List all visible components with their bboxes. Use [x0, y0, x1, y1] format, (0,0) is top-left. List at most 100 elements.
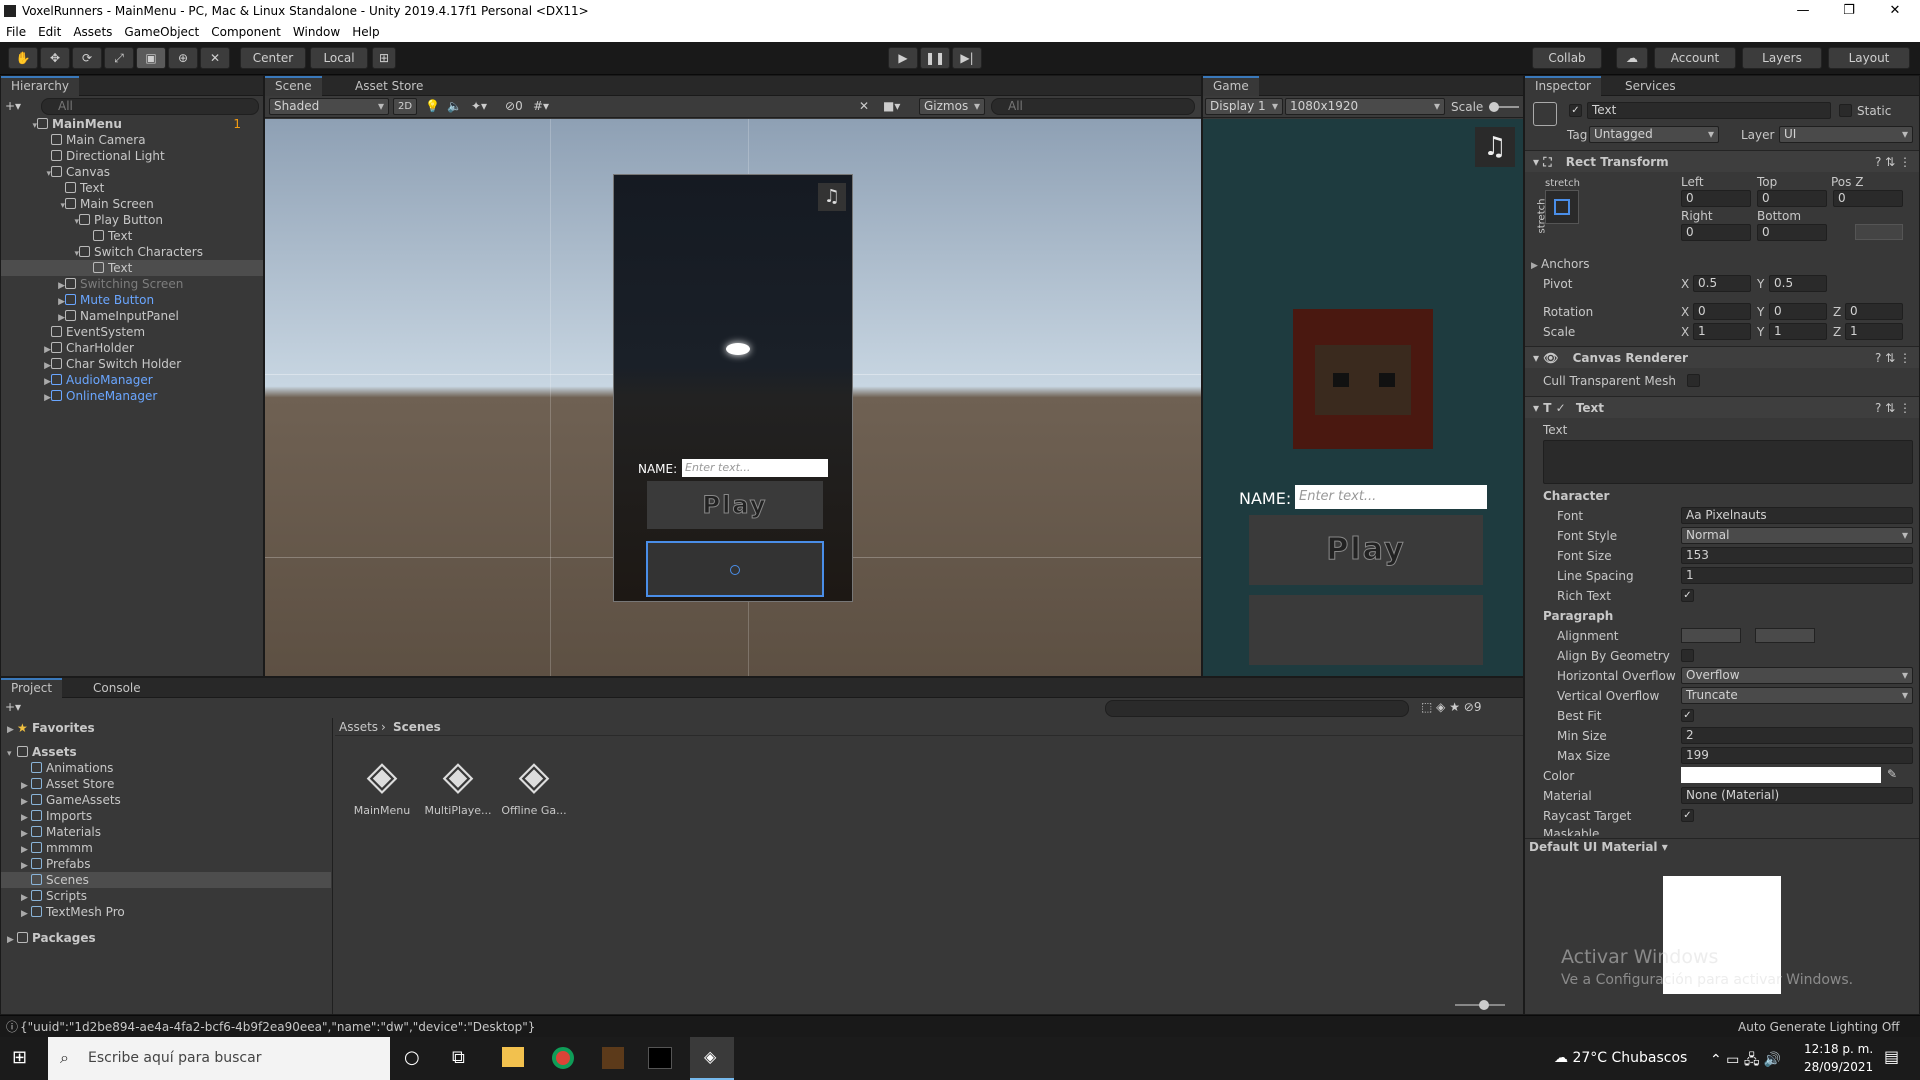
folder-item[interactable]: ▶ mmmm	[1, 840, 331, 856]
hand-tool-icon[interactable]: ✋	[8, 47, 38, 69]
hierarchy-item[interactable]: Directional Light	[1, 148, 263, 164]
rotation-x-field[interactable]: 0	[1693, 303, 1751, 320]
hierarchy-item[interactable]: ▾ Switch Characters	[1, 244, 263, 260]
pivot-local-toggle[interactable]: Local	[310, 47, 368, 69]
system-tray-icons[interactable]: ⌃ ▭ 🖧 🔊	[1710, 1049, 1781, 1073]
create-asset-icon[interactable]: +▾	[5, 700, 21, 714]
hierarchy-item[interactable]: ▶ NameInputPanel	[1, 308, 263, 324]
maximize-button[interactable]: ❐	[1826, 0, 1872, 22]
tab-scene[interactable]: Scene	[265, 76, 322, 96]
horizontal-overflow-dropdown[interactable]: Overflow	[1681, 667, 1913, 684]
custom-tool-icon[interactable]: ✕	[200, 47, 230, 69]
hierarchy-item[interactable]: Text	[1, 180, 263, 196]
scene-viewport[interactable]: ♫ NAME: Enter text... Play	[265, 119, 1201, 676]
collab-dropdown[interactable]: Collab	[1532, 47, 1602, 69]
menu-window[interactable]: Window	[293, 25, 340, 39]
effects-icon[interactable]: ✦▾	[471, 99, 487, 113]
cloud-icon[interactable]: ☁	[1616, 47, 1648, 69]
camera-icon[interactable]: ■▾	[883, 99, 900, 113]
close-button[interactable]: ✕	[1872, 0, 1918, 22]
scene-asset[interactable]: ◈ Offline Ga...	[499, 750, 569, 817]
lighting-status[interactable]: Auto Generate Lighting Off	[1738, 1019, 1900, 1035]
project-search-input[interactable]	[1105, 700, 1409, 717]
tab-hierarchy[interactable]: Hierarchy	[1, 76, 80, 96]
tab-services[interactable]: Services	[1615, 76, 1686, 96]
status-message[interactable]: {"uuid":"1d2be894-ae4a-4fa2-bcf6-4b9f2ea…	[20, 1019, 535, 1035]
clock-date[interactable]: 28/09/2021	[1804, 1060, 1873, 1074]
scale-z-field[interactable]: 1	[1845, 323, 1903, 340]
line-spacing-field[interactable]: 1	[1681, 567, 1913, 584]
pivot-y-field[interactable]: 0.5	[1769, 275, 1827, 292]
rect-transform-header[interactable]: ▾ ⛶ Rect Transform? ⇅ ⋮	[1525, 150, 1919, 172]
breadcrumb-assets[interactable]: Assets	[339, 719, 378, 735]
hierarchy-item[interactable]: ▶ OnlineManager	[1, 388, 263, 404]
folder-item[interactable]: ▶ TextMesh Pro	[1, 904, 331, 920]
hierarchy-item[interactable]: ▶ Switching Screen	[1, 276, 263, 292]
min-size-field[interactable]: 2	[1681, 727, 1913, 744]
hierarchy-item[interactable]: ▾ Canvas	[1, 164, 263, 180]
font-style-dropdown[interactable]: Normal	[1681, 527, 1913, 544]
hierarchy-item[interactable]: ▶ CharHolder	[1, 340, 263, 356]
menu-component[interactable]: Component	[211, 25, 281, 39]
hierarchy-search-input[interactable]: All	[41, 98, 259, 115]
windows-start-icon[interactable]: ⊞	[12, 1047, 34, 1069]
weather-widget[interactable]: ☁ 27°C Chubascos	[1554, 1050, 1687, 1066]
align-geometry-checkbox[interactable]	[1681, 649, 1694, 662]
scene-search-input[interactable]: All	[991, 98, 1195, 115]
anchor-preset-button[interactable]	[1545, 190, 1579, 224]
assets-folder[interactable]: ▾ Assets	[1, 744, 332, 760]
tab-project[interactable]: Project	[1, 678, 63, 698]
clock-time[interactable]: 12:18 p. m.	[1804, 1042, 1873, 1056]
grid-snap-icon[interactable]: ⊞	[372, 47, 396, 69]
audio-icon[interactable]: 🔈	[447, 99, 462, 113]
filter-icons[interactable]: ⬚ ◈ ★ ⊘9	[1421, 700, 1481, 714]
anchors-foldout[interactable]: ▶ Anchors	[1531, 256, 1590, 272]
default-ui-material-dropdown[interactable]: Default UI Material ▾	[1529, 840, 1668, 854]
layout-dropdown[interactable]: Layout	[1828, 47, 1910, 69]
pivot-handle[interactable]	[730, 565, 740, 575]
2d-mode-toggle[interactable]: 2D	[393, 98, 417, 115]
resolution-dropdown[interactable]: 1080x1920	[1285, 98, 1445, 115]
menu-gameobject[interactable]: GameObject	[124, 25, 199, 39]
hierarchy-item[interactable]: EventSystem	[1, 324, 263, 340]
packages-folder[interactable]: ▶ Packages	[1, 930, 332, 946]
static-checkbox[interactable]	[1839, 104, 1852, 117]
file-explorer-icon[interactable]	[502, 1047, 524, 1067]
move-tool-icon[interactable]: ✥	[40, 47, 70, 69]
object-name-field[interactable]: Text	[1587, 102, 1831, 119]
terminal-icon[interactable]	[648, 1047, 672, 1069]
lighting-icon[interactable]: 💡	[425, 99, 440, 113]
taskbar-search[interactable]: ⌕ Escribe aquí para buscar	[48, 1037, 390, 1080]
layer-dropdown[interactable]: UI	[1779, 126, 1913, 143]
tab-console[interactable]: Console	[83, 678, 151, 698]
hierarchy-item[interactable]: ▾ Main Screen	[1, 196, 263, 212]
folder-item[interactable]: ▶ Scripts	[1, 888, 331, 904]
pivot-center-toggle[interactable]: Center	[240, 47, 306, 69]
rect-tool-icon[interactable]: ▣	[136, 47, 166, 69]
rich-text-checkbox[interactable]: ✓	[1681, 589, 1694, 602]
favorites-item[interactable]: ▶ ★ Favorites	[1, 720, 332, 736]
layers-dropdown[interactable]: Layers	[1742, 47, 1822, 69]
play-button[interactable]: ▶	[888, 47, 918, 69]
right-field[interactable]: 0	[1681, 224, 1751, 241]
horizontal-align-buttons[interactable]	[1681, 628, 1741, 643]
canvas-renderer-header[interactable]: ▾ 👁 Canvas Renderer? ⇅ ⋮	[1525, 346, 1919, 368]
vertical-overflow-dropdown[interactable]: Truncate	[1681, 687, 1913, 704]
step-button[interactable]: ▶|	[952, 47, 982, 69]
folder-item[interactable]: Scenes	[1, 872, 331, 888]
scale-x-field[interactable]: 1	[1693, 323, 1751, 340]
color-swatch[interactable]	[1681, 767, 1881, 783]
hierarchy-item[interactable]: ▾ MainMenu 1	[1, 116, 263, 132]
hierarchy-item[interactable]: Text	[1, 260, 263, 276]
tag-dropdown[interactable]: Untagged	[1589, 126, 1719, 143]
scale-slider[interactable]	[1489, 102, 1519, 112]
transform-tool-icon[interactable]: ⊕	[168, 47, 198, 69]
display-dropdown[interactable]: Display 1	[1205, 98, 1283, 115]
hierarchy-item[interactable]: ▶ Mute Button	[1, 292, 263, 308]
bottom-field[interactable]: 0	[1757, 224, 1827, 241]
text-area[interactable]	[1543, 440, 1913, 484]
eyedropper-icon[interactable]: ✎	[1887, 767, 1897, 781]
hierarchy-item[interactable]: ▾ Play Button	[1, 212, 263, 228]
tab-inspector[interactable]: Inspector	[1525, 76, 1601, 96]
chrome-icon[interactable]	[552, 1047, 574, 1069]
